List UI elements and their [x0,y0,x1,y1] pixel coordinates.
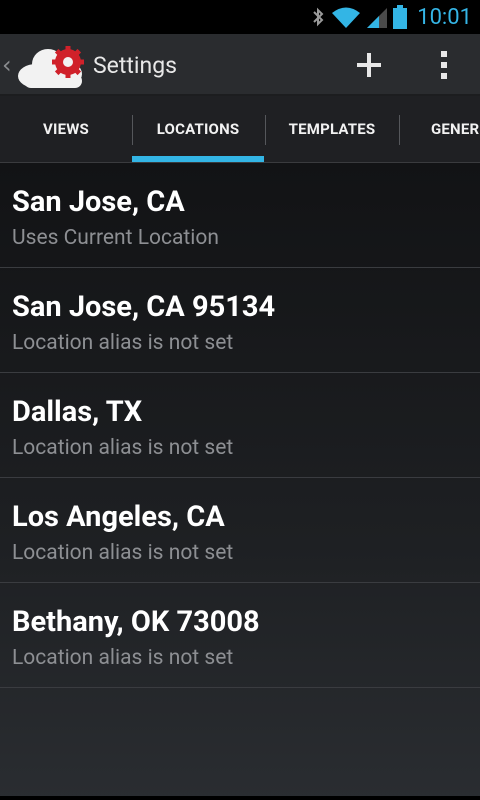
clock: 10:01 [417,4,472,30]
app-cloud-gear-icon[interactable] [14,42,86,90]
status-bar: 10:01 [0,0,480,34]
location-detail: Location alias is not set [12,646,234,670]
tab-locations[interactable]: LOCATIONS [132,96,264,162]
location-list: San Jose, CA Uses Current Location San J… [0,163,480,800]
location-detail: Location alias is not set [12,541,234,565]
tab-general[interactable]: GENER [400,96,480,162]
overflow-menu-icon [441,51,447,79]
location-name: Los Angeles, CA [12,500,225,534]
wifi-icon [332,7,361,28]
signal-icon [367,8,388,28]
location-detail: Location alias is not set [12,436,234,460]
tab-bar: VIEWS LOCATIONS TEMPLATES GENER [0,96,480,163]
list-item[interactable]: San Jose, CA 95134 Location alias is not… [0,268,480,373]
location-name: Dallas, TX [12,395,143,429]
bluetooth-icon [313,7,324,27]
action-bar: ‹ Settings [0,34,480,96]
page-title: Settings [93,52,177,79]
tab-views[interactable]: VIEWS [0,96,132,162]
back-chevron-icon[interactable]: ‹ [2,51,12,79]
location-name: Bethany, OK 73008 [12,605,260,639]
list-item[interactable]: Los Angeles, CA Location alias is not se… [0,478,480,583]
status-icons: 10:01 [311,0,472,34]
location-detail: Location alias is not set [12,331,234,355]
tab-templates[interactable]: TEMPLATES [266,96,398,162]
battery-icon [393,5,408,29]
add-icon [357,53,381,77]
list-item[interactable]: Bethany, OK 73008 Location alias is not … [0,583,480,688]
location-detail: Uses Current Location [12,226,219,250]
list-item[interactable]: San Jose, CA Uses Current Location [0,163,480,268]
location-name: San Jose, CA [12,185,185,219]
selected-tab-indicator [132,156,264,162]
add-button[interactable] [339,34,399,96]
overflow-menu-button[interactable] [414,34,474,96]
location-name: San Jose, CA 95134 [12,290,276,324]
bottom-edge [0,796,480,800]
list-item[interactable]: Dallas, TX Location alias is not set [0,373,480,478]
